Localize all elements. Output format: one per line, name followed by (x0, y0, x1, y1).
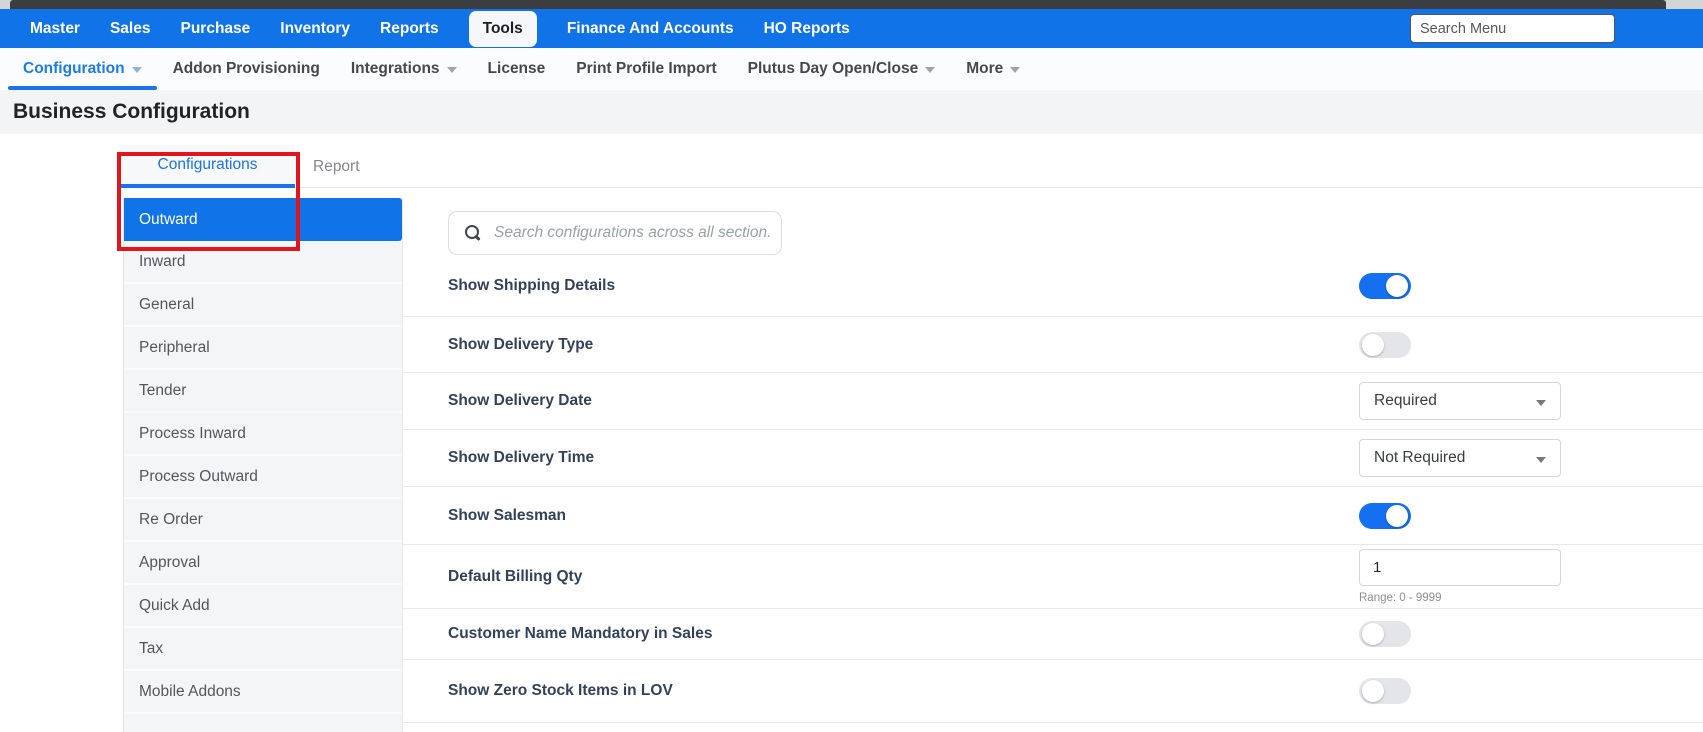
chevron-down-icon (925, 67, 935, 73)
chevron-down-icon (1536, 400, 1546, 406)
chevron-down-icon (1010, 67, 1020, 73)
subnav-item-addon-provisioning[interactable]: Addon Provisioning (173, 48, 320, 90)
nav-item-ho-reports[interactable]: HO Reports (764, 20, 850, 38)
subnav-item-more[interactable]: More (966, 48, 1020, 90)
setting-label: Show Delivery Date (448, 392, 592, 410)
setting-row: Show Zero Stock Items in LOV (403, 660, 1703, 723)
sidebar-item-process-outward[interactable]: Process Outward (124, 456, 402, 499)
toggle-knob (1362, 680, 1384, 702)
setting-label: Show Zero Stock Items in LOV (448, 682, 673, 700)
config-tabs: Configurations Report (120, 145, 1703, 188)
setting-row: Show Salesman (403, 487, 1703, 545)
qty-range-hint: Range: 0 - 9999 (1359, 592, 1561, 604)
nav-item-inventory[interactable]: Inventory (280, 20, 350, 38)
subnav-item-label: License (488, 60, 546, 78)
nav-item-reports[interactable]: Reports (380, 20, 439, 38)
tab-configurations[interactable]: Configurations (120, 145, 295, 188)
show-shipping-details-toggle[interactable] (1359, 273, 1411, 299)
subnav-item-plutus-day-open-close[interactable]: Plutus Day Open/Close (748, 48, 936, 90)
setting-label: Customer Name Mandatory in Sales (448, 625, 712, 643)
settings-list: Show Shipping Details Show Delivery Type… (403, 256, 1703, 723)
sidebar-item-inward[interactable]: Inward (124, 241, 402, 284)
subnav-item-label: Addon Provisioning (173, 60, 320, 78)
nav-item-finance-and-accounts[interactable]: Finance And Accounts (567, 20, 734, 38)
chevron-down-icon (447, 67, 457, 73)
config-section-list: Outward Inward General Peripheral Tender… (123, 198, 403, 732)
setting-row: Show Delivery Time Not Required (403, 430, 1703, 487)
menu-search-input[interactable] (1410, 14, 1615, 43)
setting-label: Show Delivery Time (448, 449, 594, 467)
window-title-strip (10, 0, 1666, 9)
subnav-item-configuration[interactable]: Configuration (23, 48, 142, 90)
subnav-item-license[interactable]: License (488, 48, 546, 90)
subnav-item-label: Integrations (351, 60, 440, 78)
setting-label: Default Billing Qty (448, 568, 582, 586)
setting-row: Show Shipping Details (403, 256, 1703, 317)
subnav-item-print-profile-import[interactable]: Print Profile Import (576, 48, 716, 90)
show-salesman-toggle[interactable] (1359, 503, 1411, 529)
toggle-knob (1362, 623, 1384, 645)
sidebar-item-re-order[interactable]: Re Order (124, 499, 402, 542)
subnav-item-label: Configuration (23, 60, 125, 78)
setting-label: Show Delivery Type (448, 336, 593, 354)
search-icon (465, 225, 481, 241)
show-delivery-type-toggle[interactable] (1359, 332, 1411, 358)
sidebar-item-tax[interactable]: Tax (124, 628, 402, 671)
tab-report[interactable]: Report (303, 145, 370, 188)
customer-name-mandatory-toggle[interactable] (1359, 621, 1411, 647)
select-value: Not Required (1374, 449, 1465, 467)
sidebar-item-tender[interactable]: Tender (124, 370, 402, 413)
toggle-knob (1362, 334, 1384, 356)
nav-item-tools[interactable]: Tools (469, 11, 537, 47)
config-search-box (448, 211, 782, 255)
window-top-strip (0, 0, 1703, 9)
sidebar-item-mobile-addons[interactable]: Mobile Addons (124, 671, 402, 714)
sidebar-item-process-inward[interactable]: Process Inward (124, 413, 402, 456)
chevron-down-icon (1536, 457, 1546, 463)
sidebar-item-peripheral[interactable]: Peripheral (124, 327, 402, 370)
setting-row: Default Billing Qty Range: 0 - 9999 (403, 545, 1703, 609)
subnav-item-label: Plutus Day Open/Close (748, 60, 919, 78)
nav-item-sales[interactable]: Sales (110, 20, 151, 38)
setting-row: Show Delivery Type (403, 317, 1703, 373)
setting-row: Customer Name Mandatory in Sales (403, 609, 1703, 660)
tools-subnav: Configuration Addon Provisioning Integra… (0, 48, 1703, 90)
nav-item-master[interactable]: Master (30, 20, 80, 38)
chevron-down-icon (132, 67, 142, 73)
toggle-knob (1386, 505, 1408, 527)
show-zero-stock-items-toggle[interactable] (1359, 678, 1411, 704)
toggle-knob (1386, 275, 1408, 297)
show-delivery-time-select[interactable]: Not Required (1359, 439, 1561, 477)
show-delivery-date-select[interactable]: Required (1359, 382, 1561, 420)
main-navbar: Master Sales Purchase Inventory Reports … (0, 9, 1703, 48)
sidebar-item-general[interactable]: General (124, 284, 402, 327)
select-value: Required (1374, 392, 1437, 410)
page-title: Business Configuration (13, 100, 250, 124)
sidebar-item-quick-add[interactable]: Quick Add (124, 585, 402, 628)
setting-row: Show Delivery Date Required (403, 373, 1703, 430)
subnav-item-integrations[interactable]: Integrations (351, 48, 457, 90)
subnav-item-label: Print Profile Import (576, 60, 716, 78)
sidebar-item-approval[interactable]: Approval (124, 542, 402, 585)
nav-item-purchase[interactable]: Purchase (180, 20, 250, 38)
sidebar-item-outward[interactable]: Outward (124, 198, 402, 241)
setting-label: Show Salesman (448, 507, 566, 525)
subnav-item-label: More (966, 60, 1003, 78)
config-search-input[interactable] (492, 223, 781, 243)
default-billing-qty-input[interactable] (1359, 549, 1561, 586)
page-title-band: Business Configuration (0, 90, 1703, 134)
setting-label: Show Shipping Details (448, 277, 615, 295)
